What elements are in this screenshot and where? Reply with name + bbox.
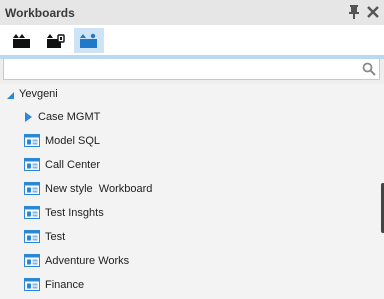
workboard-icon — [24, 254, 40, 267]
search-icon[interactable] — [362, 62, 376, 79]
tree-item-label: Test Insghts — [45, 207, 104, 219]
tab-bar — [0, 25, 384, 55]
tab-secured-workboards[interactable] — [41, 28, 71, 53]
workboard-icon — [24, 182, 40, 195]
workboard-icon — [24, 230, 40, 243]
tree-item-label: Call Center — [45, 159, 101, 171]
tree-item-label: Adventure Works — [45, 255, 130, 267]
tree-item-label: Model SQL — [45, 135, 101, 147]
tab-shared-workboards[interactable] — [74, 28, 104, 53]
pin-icon[interactable] — [347, 4, 363, 20]
search-box — [3, 59, 380, 80]
secure-board-icon — [47, 33, 65, 48]
tree-root-label: Yevgeni — [19, 88, 58, 100]
tree-item-label: Test — [45, 231, 66, 243]
expanded-arrow-icon[interactable] — [6, 91, 15, 100]
workboard-icon — [24, 278, 40, 291]
shared-board-icon — [80, 33, 97, 48]
workboard-tree: Yevgeni Case MGMT Model SQL Call Center — [0, 84, 384, 299]
workboard-icon — [24, 206, 40, 219]
tree-item-label: Case MGMT — [38, 111, 101, 123]
collapsed-arrow-icon[interactable] — [24, 111, 33, 123]
tree-item-label: Finance — [45, 279, 85, 291]
workboard-icon — [24, 134, 40, 147]
clapperboard-icon — [13, 33, 30, 48]
tab-my-workboards[interactable] — [7, 28, 37, 53]
search-input[interactable] — [4, 59, 362, 79]
workboard-icon — [24, 158, 40, 171]
close-icon[interactable] — [366, 4, 382, 20]
tree-item-label: New style Workboard — [45, 183, 153, 195]
panel-header: Workboards — [0, 0, 384, 25]
panel-title: Workboards — [5, 6, 75, 20]
